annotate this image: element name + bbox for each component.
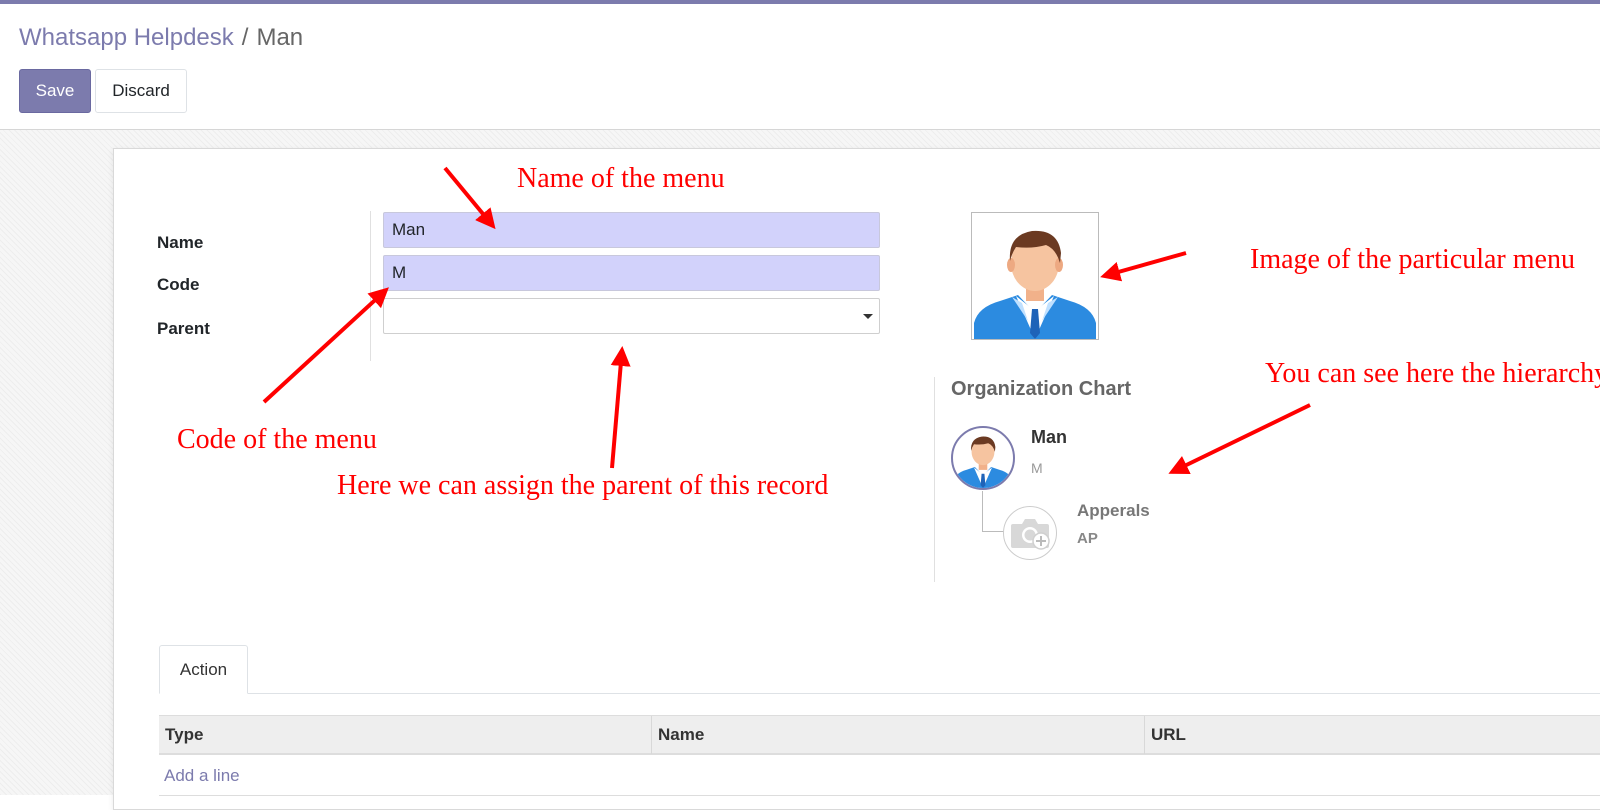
tab-action[interactable]: Action: [159, 645, 248, 694]
column-name[interactable]: Name: [652, 716, 1145, 754]
action-table-header: Type Name URL: [159, 715, 1600, 755]
org-chart-separator: [934, 377, 935, 582]
annotation-image: Image of the particular menu: [1250, 244, 1575, 275]
menu-image[interactable]: [971, 212, 1099, 340]
org-child-code: AP: [1077, 530, 1098, 547]
caret-down-icon[interactable]: [863, 314, 873, 319]
column-url[interactable]: URL: [1145, 716, 1600, 754]
org-tree-line: [982, 531, 1004, 532]
table-bottom-border: [159, 795, 1600, 796]
org-current-name[interactable]: Man: [1031, 427, 1067, 448]
org-tree-line: [982, 491, 983, 531]
camera-plus-icon: [1011, 519, 1050, 550]
org-chart-title: Organization Chart: [951, 378, 1132, 400]
save-button[interactable]: Save: [19, 69, 91, 113]
breadcrumb-current: Man: [256, 24, 304, 51]
breadcrumb-separator: /: [241, 24, 249, 51]
tabs-underline: [159, 693, 1600, 694]
add-line-link[interactable]: Add a line: [164, 766, 240, 786]
name-label: Name: [157, 233, 204, 252]
parent-select[interactable]: [383, 298, 880, 334]
annotation-parent: Here we can assign the parent of this re…: [337, 470, 829, 501]
annotation-name: Name of the menu: [517, 163, 725, 194]
man-avatar-icon: [974, 230, 1096, 339]
label-separator: [370, 211, 371, 361]
org-child-name[interactable]: Apperals: [1077, 501, 1150, 521]
parent-label: Parent: [157, 319, 210, 338]
discard-button[interactable]: Discard: [95, 69, 187, 113]
org-child-avatar[interactable]: [1003, 506, 1057, 560]
form-content-area: Name Code Parent Man M Organization Char…: [0, 130, 1600, 810]
breadcrumb: Whatsapp Helpdesk / Man: [19, 24, 303, 52]
org-current-code: M: [1031, 460, 1043, 476]
annotation-hierarchy: You can see here the hierarchy: [1265, 358, 1600, 389]
name-input[interactable]: Man: [383, 212, 880, 248]
breadcrumb-parent-link[interactable]: Whatsapp Helpdesk: [19, 24, 234, 51]
annotation-code: Code of the menu: [177, 424, 377, 455]
man-avatar-icon: [953, 436, 1013, 488]
column-type[interactable]: Type: [159, 716, 652, 754]
control-panel: Whatsapp Helpdesk / Man Save Discard: [0, 4, 1600, 130]
org-current-avatar[interactable]: [951, 426, 1015, 490]
code-label: Code: [157, 275, 200, 294]
code-input[interactable]: M: [383, 255, 880, 291]
